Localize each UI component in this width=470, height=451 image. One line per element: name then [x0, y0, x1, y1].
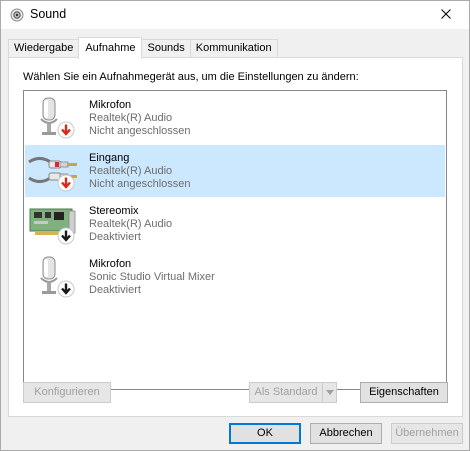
red-down-arrow-icon [57, 121, 75, 139]
black-down-arrow-icon [57, 227, 75, 245]
ok-button[interactable]: OK [229, 423, 301, 444]
window-title: Sound [30, 7, 67, 21]
cancel-button[interactable]: Abbrechen [310, 423, 382, 444]
close-button[interactable] [423, 1, 469, 29]
list-item[interactable]: Mikrofon Sonic Studio Virtual Mixer Deak… [25, 251, 445, 303]
close-icon [441, 8, 451, 22]
chevron-down-icon[interactable] [322, 383, 336, 402]
speaker-icon [10, 8, 24, 22]
device-list: Mikrofon Realtek(R) Audio Nicht angeschl… [23, 90, 447, 390]
device-driver: Realtek(R) Audio [89, 112, 173, 124]
tab-strip: Wiedergabe Aufnahme Sounds Kommunikation [8, 37, 278, 59]
list-item[interactable]: Eingang Realtek(R) Audio Nicht angeschlo… [25, 145, 445, 197]
title-bar: Sound [1, 1, 469, 29]
instruction-text: Wählen Sie ein Aufnahmegerät aus, um die… [23, 71, 359, 83]
red-down-arrow-icon [57, 174, 75, 192]
tab-wiedergabe[interactable]: Wiedergabe [8, 39, 80, 57]
device-driver: Realtek(R) Audio [89, 165, 173, 177]
device-status: Nicht angeschlossen [89, 178, 191, 190]
black-down-arrow-icon [57, 280, 75, 298]
configure-button[interactable]: Konfigurieren [23, 382, 111, 403]
device-status: Deaktiviert [89, 231, 141, 243]
set-default-label: Als Standard [254, 386, 318, 398]
list-item[interactable]: Mikrofon Realtek(R) Audio Nicht angeschl… [25, 92, 445, 144]
tab-sounds[interactable]: Sounds [141, 39, 191, 57]
device-driver: Sonic Studio Virtual Mixer [89, 271, 215, 283]
device-status: Nicht angeschlossen [89, 125, 191, 137]
recording-panel: Wählen Sie ein Aufnahmegerät aus, um die… [8, 57, 463, 417]
device-status: Deaktiviert [89, 284, 141, 296]
device-name: Mikrofon [89, 258, 132, 270]
tab-aufnahme[interactable]: Aufnahme [78, 37, 143, 59]
sound-dialog: Sound Wiedergabe Aufnahme Sounds Kommuni… [0, 0, 470, 451]
device-name: Mikrofon [89, 99, 132, 111]
device-driver: Realtek(R) Audio [89, 218, 173, 230]
device-name: Stereomix [89, 205, 139, 217]
apply-button[interactable]: Übernehmen [391, 423, 463, 444]
tab-kommunikation[interactable]: Kommunikation [189, 39, 278, 57]
device-name: Eingang [89, 152, 130, 164]
list-item[interactable]: Stereomix Realtek(R) Audio Deaktiviert [25, 198, 445, 250]
set-default-button[interactable]: Als Standard [249, 382, 337, 403]
properties-button[interactable]: Eigenschaften [360, 382, 448, 403]
